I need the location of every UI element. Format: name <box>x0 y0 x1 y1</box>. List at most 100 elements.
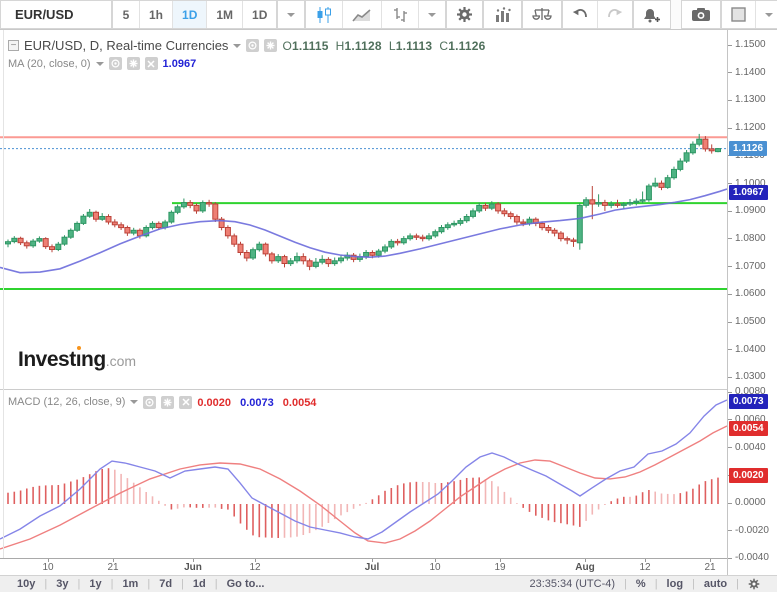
interval-button-1d[interactable]: 1D <box>172 1 206 28</box>
price-tick-mark <box>728 349 732 350</box>
last-price-badge: 1.1126 <box>729 141 767 156</box>
axis-settings-gear-icon[interactable] <box>739 578 769 591</box>
macd-tick-mark <box>728 392 732 393</box>
interval-button-1d[interactable]: 1D <box>242 1 276 28</box>
percent-scale-button[interactable]: % <box>627 578 655 590</box>
undo-icon[interactable] <box>563 1 597 28</box>
clock-label: 23:35:34 (UTC-4) <box>520 578 624 590</box>
interval-dropdown-caret-icon[interactable] <box>278 1 304 28</box>
interval-button-5[interactable]: 5 <box>113 1 139 28</box>
ohlc-values: O1.1115 H1.1128 L1.1113 C1.1126 <box>282 39 489 53</box>
range-button-1m[interactable]: 1m <box>113 578 147 590</box>
time-label[interactable]: Jul <box>365 562 379 573</box>
auto-scale-button[interactable]: auto <box>695 578 736 590</box>
ma-value-badge: 1.0967 <box>729 185 768 200</box>
bars-chart-icon[interactable] <box>381 1 418 28</box>
macd-value: 0.0073 <box>240 397 277 409</box>
macd-gear-icon[interactable] <box>161 396 174 409</box>
price-tick-mark <box>728 377 732 378</box>
range-button-1y[interactable]: 1y <box>80 578 110 590</box>
time-label[interactable]: 10 <box>42 562 53 573</box>
time-label[interactable]: 12 <box>249 562 260 573</box>
time-label[interactable]: 19 <box>494 562 505 573</box>
visibility-eye-icon[interactable] <box>246 39 259 52</box>
macd-tick-mark <box>728 530 732 531</box>
ohlc-c: C1.1126 <box>439 39 489 53</box>
chart-type-group <box>305 0 446 29</box>
macd-values: 0.0020 0.0073 0.0054 <box>197 393 322 411</box>
chart-type-dropdown-caret-icon[interactable] <box>418 1 445 28</box>
macd-tick-mark <box>728 447 732 448</box>
time-label[interactable]: 10 <box>429 562 440 573</box>
trading-chart-app: EUR/USD 51h1D1M1D <box>0 0 777 592</box>
time-axis[interactable]: 10 21 Jun 12 Jul 10 19 Aug 12 21 <box>0 558 727 575</box>
interval-dropdown[interactable] <box>277 0 305 29</box>
area-chart-icon[interactable] <box>342 1 381 28</box>
symbol-group: EUR/USD <box>0 0 112 29</box>
symbol-input[interactable]: EUR/USD <box>1 1 111 28</box>
compare-group <box>522 0 562 29</box>
macd-tick-label: -0.0040 <box>735 552 769 563</box>
ohlc-o: O1.1115 <box>282 39 335 53</box>
price-tick-label: 1.0900 <box>735 205 766 216</box>
range-button-3y[interactable]: 3y <box>47 578 77 590</box>
macd-pane[interactable] <box>0 389 727 558</box>
range-button-7d[interactable]: 7d <box>150 578 181 590</box>
time-label[interactable]: Jun <box>184 562 202 573</box>
macd-tick-label: 0.0000 <box>735 497 766 508</box>
settings-group <box>446 0 483 29</box>
log-scale-button[interactable]: log <box>658 578 693 590</box>
ma-close-icon[interactable] <box>145 57 158 70</box>
macd-title: MACD (12, 26, close, 9) <box>8 396 125 408</box>
price-tick-label: 1.0700 <box>735 261 766 272</box>
range-button-10y[interactable]: 10y <box>8 578 44 590</box>
time-label[interactable]: 12 <box>639 562 650 573</box>
settings-gear-icon[interactable] <box>447 1 482 28</box>
range-buttons: 10y|3y|1y|1m|7d|1d|Go to... <box>0 578 274 590</box>
time-label[interactable]: 21 <box>107 562 118 573</box>
main-legend: − EUR/USD, D, Real-time Currencies O1.11… <box>8 38 489 53</box>
indicators-icon[interactable] <box>484 1 521 28</box>
price-tick-mark <box>728 211 732 212</box>
layout-dropdown-caret-icon[interactable] <box>755 1 777 28</box>
macd-eye-icon[interactable] <box>143 396 156 409</box>
layout-square-icon[interactable] <box>722 1 755 28</box>
price-tick-label: 1.0500 <box>735 316 766 327</box>
scale-controls: 23:35:34 (UTC-4)|%|log|auto| <box>520 578 777 591</box>
price-tick-label: 1.0800 <box>735 233 766 244</box>
candlestick-chart-icon[interactable] <box>306 1 342 28</box>
price-tick-mark <box>728 45 732 46</box>
price-tick-label: 1.1200 <box>735 122 766 133</box>
price-tick-mark <box>728 322 732 323</box>
interval-button-1h[interactable]: 1h <box>139 1 172 28</box>
range-button-1d[interactable]: 1d <box>184 578 215 590</box>
macd-value-badge: 0.0020 <box>729 468 768 483</box>
chart-title-caret-icon[interactable] <box>233 44 241 48</box>
price-axis[interactable]: 1.15001.14001.13001.12001.11001.10001.09… <box>727 30 777 575</box>
alert-add-bell-icon[interactable] <box>634 1 670 28</box>
compare-scales-icon[interactable] <box>523 1 561 28</box>
price-tick-label: 1.1500 <box>735 39 766 50</box>
price-pane[interactable] <box>0 30 727 389</box>
time-label[interactable]: 21 <box>704 562 715 573</box>
macd-tick-mark <box>728 558 732 559</box>
price-tick-label: 1.0400 <box>735 344 766 355</box>
ma-gear-icon[interactable] <box>127 57 140 70</box>
redo-icon[interactable] <box>597 1 632 28</box>
collapse-pane-icon[interactable]: − <box>8 40 19 51</box>
ma-value: 1.0967 <box>163 58 197 70</box>
ma-eye-icon[interactable] <box>109 57 122 70</box>
logo-orange-dot <box>77 346 81 350</box>
series-settings-gear-icon[interactable] <box>264 39 277 52</box>
camera-icon[interactable] <box>682 1 720 28</box>
time-label[interactable]: Aug <box>575 562 594 573</box>
top-toolbar: EUR/USD 51h1D1M1D <box>0 0 777 30</box>
macd-caret-icon[interactable] <box>130 400 138 404</box>
interval-button-1m[interactable]: 1M <box>206 1 242 28</box>
goto-button[interactable]: Go to... <box>218 578 274 590</box>
pane-left-edge <box>3 30 4 558</box>
ma-caret-icon[interactable] <box>96 62 104 66</box>
alert-group <box>633 0 671 29</box>
macd-close-icon[interactable] <box>179 396 192 409</box>
macd-tick-label: -0.0020 <box>735 525 769 536</box>
